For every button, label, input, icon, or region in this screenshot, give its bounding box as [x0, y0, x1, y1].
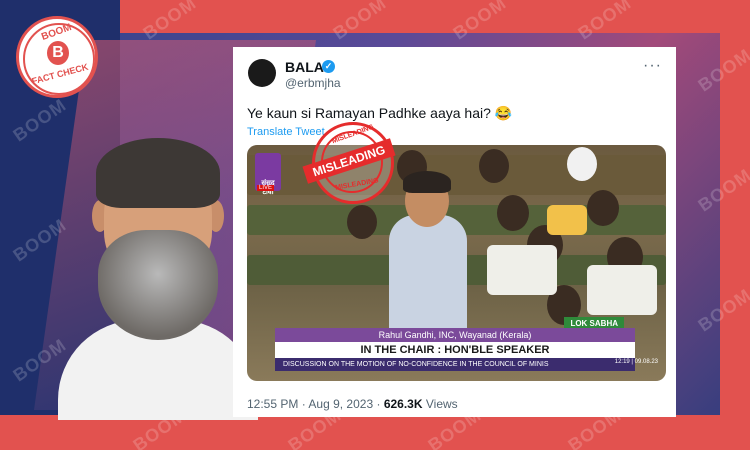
tweet-card: BALA ✓ @erbmjha ··· Ye kaun si Ramayan P…: [233, 47, 676, 417]
verified-badge-icon: ✓: [322, 60, 335, 73]
tweet-text: Ye kaun si Ramayan Padhke aaya hai? 😂: [247, 105, 513, 121]
speaker-hair: [403, 171, 451, 193]
chair-line: IN THE CHAIR : HON'BLE SPEAKER: [275, 342, 635, 358]
lower-third-banner: Rahul Gandhi, INC, Wayanad (Kerala) IN T…: [275, 328, 635, 371]
boom-fact-check-logo: BOOM B FACT CHECK: [16, 16, 98, 98]
broadcast-clock: 12:19 | 09.08.23: [614, 359, 658, 365]
logo-letter: B: [47, 41, 69, 65]
portrait-hair: [96, 138, 220, 208]
user-handle[interactable]: @erbmjha: [285, 76, 341, 90]
tweet-time[interactable]: 12:55 PM: [247, 397, 298, 411]
audience-clothing: [487, 245, 557, 295]
tweet-date[interactable]: Aug 9, 2023: [308, 397, 373, 411]
live-badge: LIVE: [257, 185, 275, 191]
background-bottom-band: [0, 415, 750, 450]
speaker-name-line: Rahul Gandhi, INC, Wayanad (Kerala): [275, 328, 635, 342]
portrait-beard: [98, 230, 218, 340]
views-count: 626.3K: [383, 397, 423, 411]
ticker-line: DISCUSSION ON THE MOTION OF NO-CONFIDENC…: [275, 358, 635, 371]
speaker-shirt: [389, 215, 467, 345]
audience-clothing: [547, 205, 587, 235]
audience-member: [497, 195, 529, 231]
fact-check-thumbnail: BOOM BOOM BOOM BOOM BOOM BOOM BOOM BOOM …: [0, 0, 750, 450]
audience-member: [347, 205, 377, 239]
user-display-name[interactable]: BALA: [285, 59, 324, 75]
tweet-meta: 12:55 PM · Aug 9, 2023 · 626.3K Views: [247, 397, 458, 411]
more-options-icon[interactable]: ···: [643, 57, 662, 75]
avatar[interactable]: [248, 59, 276, 87]
audience-clothing: [587, 265, 657, 315]
audience-member: [587, 190, 619, 226]
audience-member: [567, 147, 597, 181]
translate-tweet-link[interactable]: Translate Tweet: [247, 126, 325, 138]
views-label: Views: [425, 397, 458, 411]
misleading-stamp: MISLEADING MISLEADING MISLEADING: [302, 122, 396, 204]
person-portrait: [58, 130, 258, 420]
audience-member: [479, 149, 509, 183]
separator: ·: [376, 397, 384, 411]
